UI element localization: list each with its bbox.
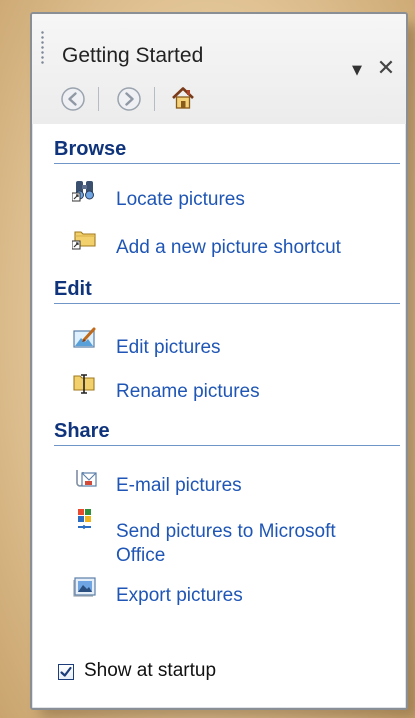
task-pane-header: Getting Started ▼ ✕ — [32, 14, 406, 124]
toolbar-separator — [98, 87, 99, 111]
paintbrush-picture-icon[interactable] — [72, 326, 98, 350]
back-arrow-icon — [61, 87, 85, 111]
email-attachment-icon[interactable] — [72, 466, 98, 490]
binoculars-icon[interactable] — [71, 178, 98, 202]
back-button[interactable] — [60, 86, 86, 112]
pane-dropdown-button[interactable]: ▼ — [348, 62, 366, 80]
show-at-startup-checkbox[interactable] — [58, 664, 74, 680]
forward-button[interactable] — [116, 86, 142, 112]
show-at-startup-label[interactable]: Show at startup — [84, 660, 216, 682]
rename-folder-icon[interactable] — [72, 370, 98, 394]
pane-title: Getting Started — [62, 44, 204, 67]
email-pictures-link[interactable]: E-mail pictures — [116, 474, 242, 498]
add-picture-shortcut-link[interactable]: Add a new picture shortcut — [116, 236, 341, 260]
getting-started-task-pane: Getting Started ▼ ✕ Browse Locate pictur… — [30, 12, 408, 710]
folder-shortcut-icon[interactable] — [71, 226, 98, 250]
home-button[interactable] — [170, 85, 196, 111]
pane-close-button[interactable]: ✕ — [376, 58, 396, 80]
toolbar-separator — [154, 87, 155, 111]
section-heading-edit: Edit — [54, 278, 400, 304]
edit-pictures-link[interactable]: Edit pictures — [116, 336, 221, 360]
rename-pictures-link[interactable]: Rename pictures — [116, 380, 260, 404]
office-icon[interactable] — [72, 506, 98, 530]
section-heading-share: Share — [54, 420, 400, 446]
locate-pictures-link[interactable]: Locate pictures — [116, 188, 245, 212]
section-heading-browse: Browse — [54, 138, 400, 164]
export-pictures-link[interactable]: Export pictures — [116, 584, 243, 608]
send-to-office-link-line1[interactable]: Send pictures to Microsoft — [116, 521, 336, 542]
send-to-office-link[interactable]: Send pictures to Microsoft Office — [116, 520, 336, 568]
home-icon — [172, 87, 194, 109]
pane-grip-handle[interactable] — [41, 30, 44, 64]
checkmark-icon — [60, 666, 72, 677]
export-pictures-icon[interactable] — [72, 574, 98, 598]
send-to-office-link-line2[interactable]: Office — [116, 545, 165, 566]
forward-arrow-icon — [117, 87, 141, 111]
